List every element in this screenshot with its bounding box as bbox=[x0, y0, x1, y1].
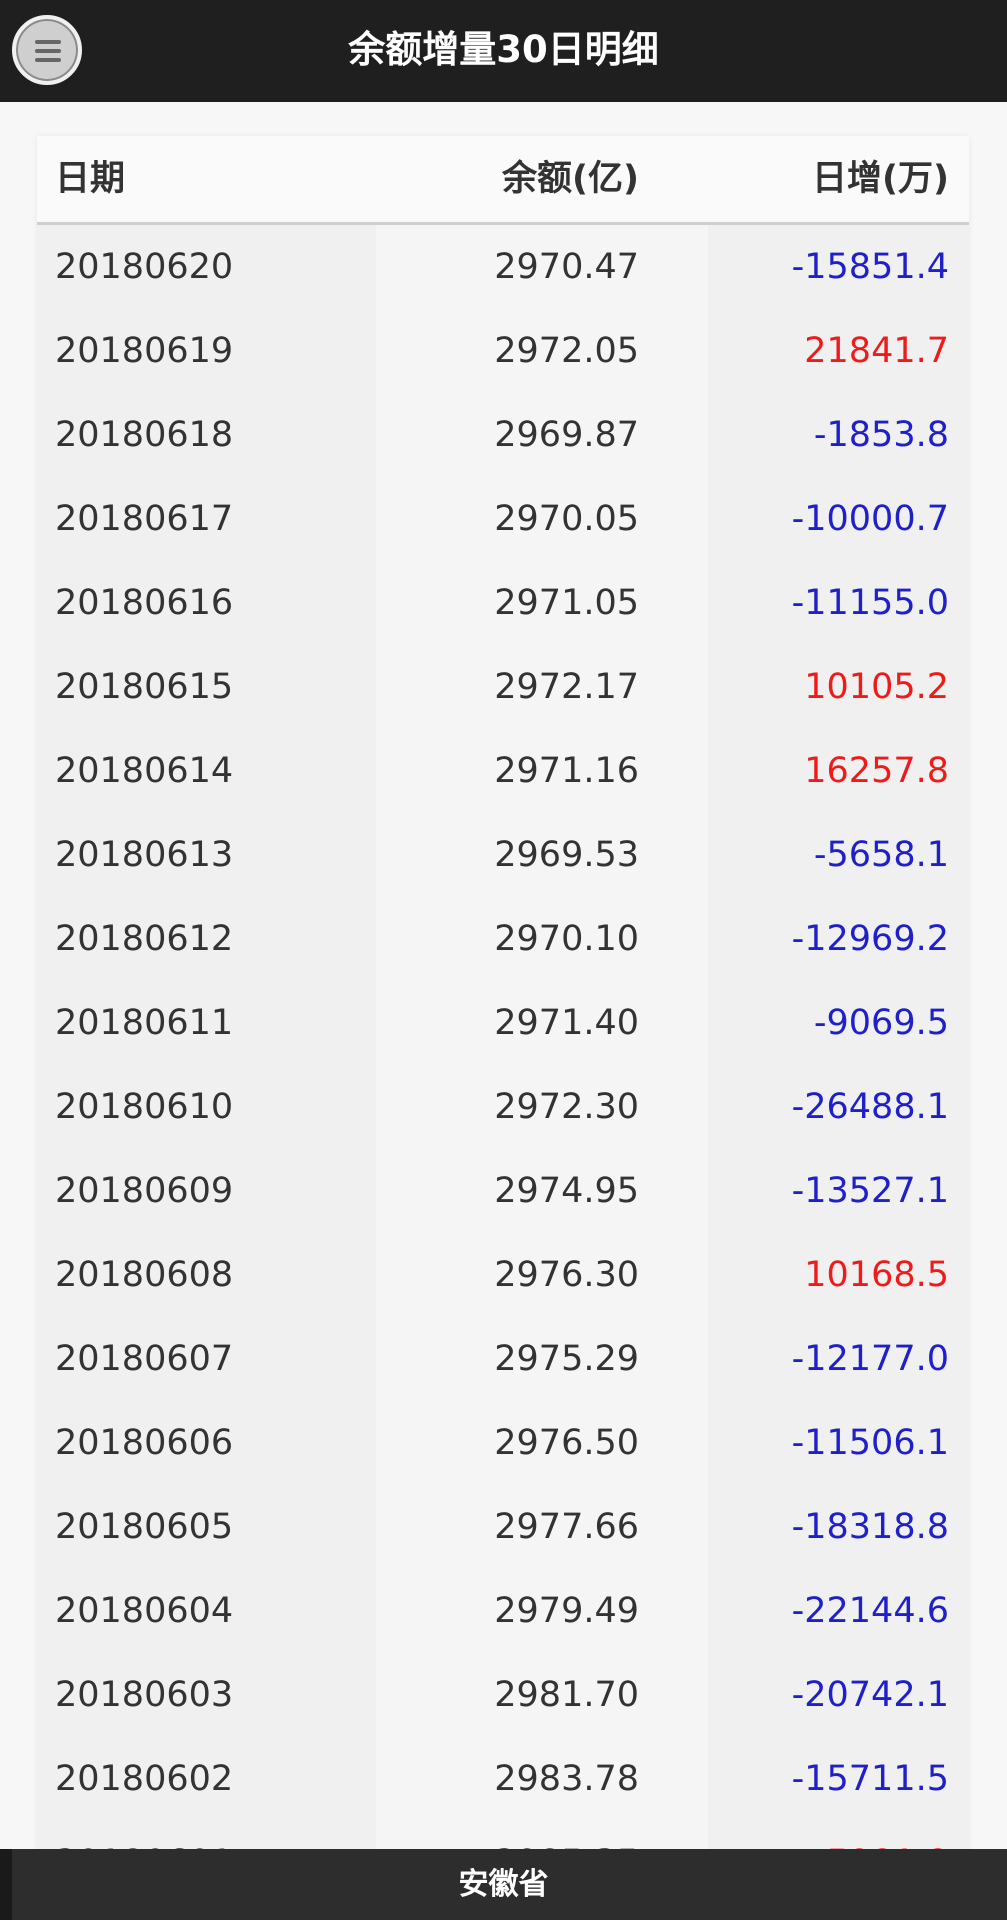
cell-change: -13527.1 bbox=[791, 1171, 949, 1211]
app-header: 余额增量30日明细 bbox=[0, 0, 1007, 102]
cell-change: -1853.8 bbox=[813, 415, 949, 455]
cell-balance: 2979.49 bbox=[494, 1591, 639, 1631]
footer-bar[interactable]: 安徽省 bbox=[0, 1849, 1007, 1920]
cell-date: 20180611 bbox=[55, 1003, 234, 1043]
column-header-balance[interactable]: 余额(亿) bbox=[502, 136, 639, 222]
cell-balance: 2970.05 bbox=[494, 499, 639, 539]
cell-balance: 2976.30 bbox=[494, 1255, 639, 1295]
cell-date: 20180605 bbox=[55, 1507, 234, 1547]
cell-balance: 2969.87 bbox=[494, 415, 639, 455]
cell-date: 20180603 bbox=[55, 1675, 234, 1715]
cell-balance: 2969.53 bbox=[494, 835, 639, 875]
cell-date: 20180617 bbox=[55, 499, 234, 539]
cell-balance: 2971.40 bbox=[494, 1003, 639, 1043]
cell-balance: 2972.17 bbox=[494, 667, 639, 707]
cell-change: -9069.5 bbox=[813, 1003, 949, 1043]
cell-change: -18318.8 bbox=[791, 1507, 949, 1547]
table-row[interactable]: 20180618 2969.87 -1853.8 bbox=[37, 393, 969, 477]
cell-balance: 2972.05 bbox=[494, 331, 639, 371]
table-row[interactable]: 20180617 2970.05 -10000.7 bbox=[37, 477, 969, 561]
cell-date: 20180615 bbox=[55, 667, 234, 707]
table-header-row: 日期 余额(亿) 日增(万) bbox=[37, 136, 969, 225]
table-body: 20180620 2970.47 -15851.4 20180619 2972.05 21… bbox=[37, 225, 969, 1905]
cell-change: -12969.2 bbox=[791, 919, 949, 959]
table-row[interactable]: 20180606 2976.50 -11506.1 bbox=[37, 1401, 969, 1485]
column-header-date[interactable]: 日期 bbox=[55, 136, 125, 222]
cell-date: 20180602 bbox=[55, 1759, 234, 1799]
cell-date: 20180606 bbox=[55, 1423, 234, 1463]
cell-date: 20180616 bbox=[55, 583, 234, 623]
table-row[interactable]: 20180611 2971.40 -9069.5 bbox=[37, 981, 969, 1065]
table-row[interactable]: 20180610 2972.30 -26488.1 bbox=[37, 1065, 969, 1149]
table-row[interactable]: 20180603 2981.70 -20742.1 bbox=[37, 1653, 969, 1737]
cell-date: 20180618 bbox=[55, 415, 234, 455]
cell-balance: 2976.50 bbox=[494, 1423, 639, 1463]
cell-date: 20180620 bbox=[55, 247, 234, 287]
table-row[interactable]: 20180613 2969.53 -5658.1 bbox=[37, 813, 969, 897]
cell-balance: 2971.05 bbox=[494, 583, 639, 623]
table-row[interactable]: 20180612 2970.10 -12969.2 bbox=[37, 897, 969, 981]
cell-date: 20180619 bbox=[55, 331, 234, 371]
cell-date: 20180610 bbox=[55, 1087, 234, 1127]
table-row[interactable]: 20180605 2977.66 -18318.8 bbox=[37, 1485, 969, 1569]
column-header-change[interactable]: 日增(万) bbox=[812, 136, 949, 222]
cell-change: -22144.6 bbox=[791, 1591, 949, 1631]
table-row[interactable]: 20180619 2972.05 21841.7 bbox=[37, 309, 969, 393]
cell-balance: 2977.66 bbox=[494, 1507, 639, 1547]
cell-balance: 2975.29 bbox=[494, 1339, 639, 1379]
cell-balance: 2970.10 bbox=[494, 919, 639, 959]
cell-date: 20180608 bbox=[55, 1255, 234, 1295]
cell-balance: 2974.95 bbox=[494, 1171, 639, 1211]
cell-date: 20180613 bbox=[55, 835, 234, 875]
cell-date: 20180609 bbox=[55, 1171, 234, 1211]
cell-change: 21841.7 bbox=[804, 331, 949, 371]
table-row[interactable]: 20180609 2974.95 -13527.1 bbox=[37, 1149, 969, 1233]
cell-balance: 2981.70 bbox=[494, 1675, 639, 1715]
cell-balance: 2983.78 bbox=[494, 1759, 639, 1799]
cell-change: 10168.5 bbox=[804, 1255, 949, 1295]
cell-change: -15851.4 bbox=[791, 247, 949, 287]
cell-change: -15711.5 bbox=[791, 1759, 949, 1799]
table-row[interactable]: 20180602 2983.78 -15711.5 bbox=[37, 1737, 969, 1821]
balance-table: 日期 余额(亿) 日增(万) 20180620 2970.47 -15851.4 20… bbox=[37, 136, 969, 1905]
cell-change: -26488.1 bbox=[791, 1087, 949, 1127]
cell-change: -12177.0 bbox=[791, 1339, 949, 1379]
table-row[interactable]: 20180620 2970.47 -15851.4 bbox=[37, 225, 969, 309]
cell-balance: 2972.30 bbox=[494, 1087, 639, 1127]
cell-change: -20742.1 bbox=[791, 1675, 949, 1715]
cell-balance: 2971.16 bbox=[494, 751, 639, 791]
page-title: 余额增量30日明细 bbox=[348, 28, 659, 71]
cell-date: 20180604 bbox=[55, 1591, 234, 1631]
table-row[interactable]: 20180607 2975.29 -12177.0 bbox=[37, 1317, 969, 1401]
cell-balance: 2970.47 bbox=[494, 247, 639, 287]
cell-change: -11155.0 bbox=[791, 583, 949, 623]
cell-date: 20180607 bbox=[55, 1339, 234, 1379]
cell-date: 20180612 bbox=[55, 919, 234, 959]
cell-change: -11506.1 bbox=[791, 1423, 949, 1463]
cell-change: 10105.2 bbox=[804, 667, 949, 707]
table-row[interactable]: 20180616 2971.05 -11155.0 bbox=[37, 561, 969, 645]
cell-change: -10000.7 bbox=[791, 499, 949, 539]
region-label: 安徽省 bbox=[458, 1867, 549, 1902]
cell-change: -5658.1 bbox=[813, 835, 949, 875]
table-row[interactable]: 20180614 2971.16 16257.8 bbox=[37, 729, 969, 813]
table-row[interactable]: 20180608 2976.30 10168.5 bbox=[37, 1233, 969, 1317]
cell-date: 20180614 bbox=[55, 751, 234, 791]
cell-change: 16257.8 bbox=[804, 751, 949, 791]
table-row[interactable]: 20180615 2972.17 10105.2 bbox=[37, 645, 969, 729]
table-row[interactable]: 20180604 2979.49 -22144.6 bbox=[37, 1569, 969, 1653]
